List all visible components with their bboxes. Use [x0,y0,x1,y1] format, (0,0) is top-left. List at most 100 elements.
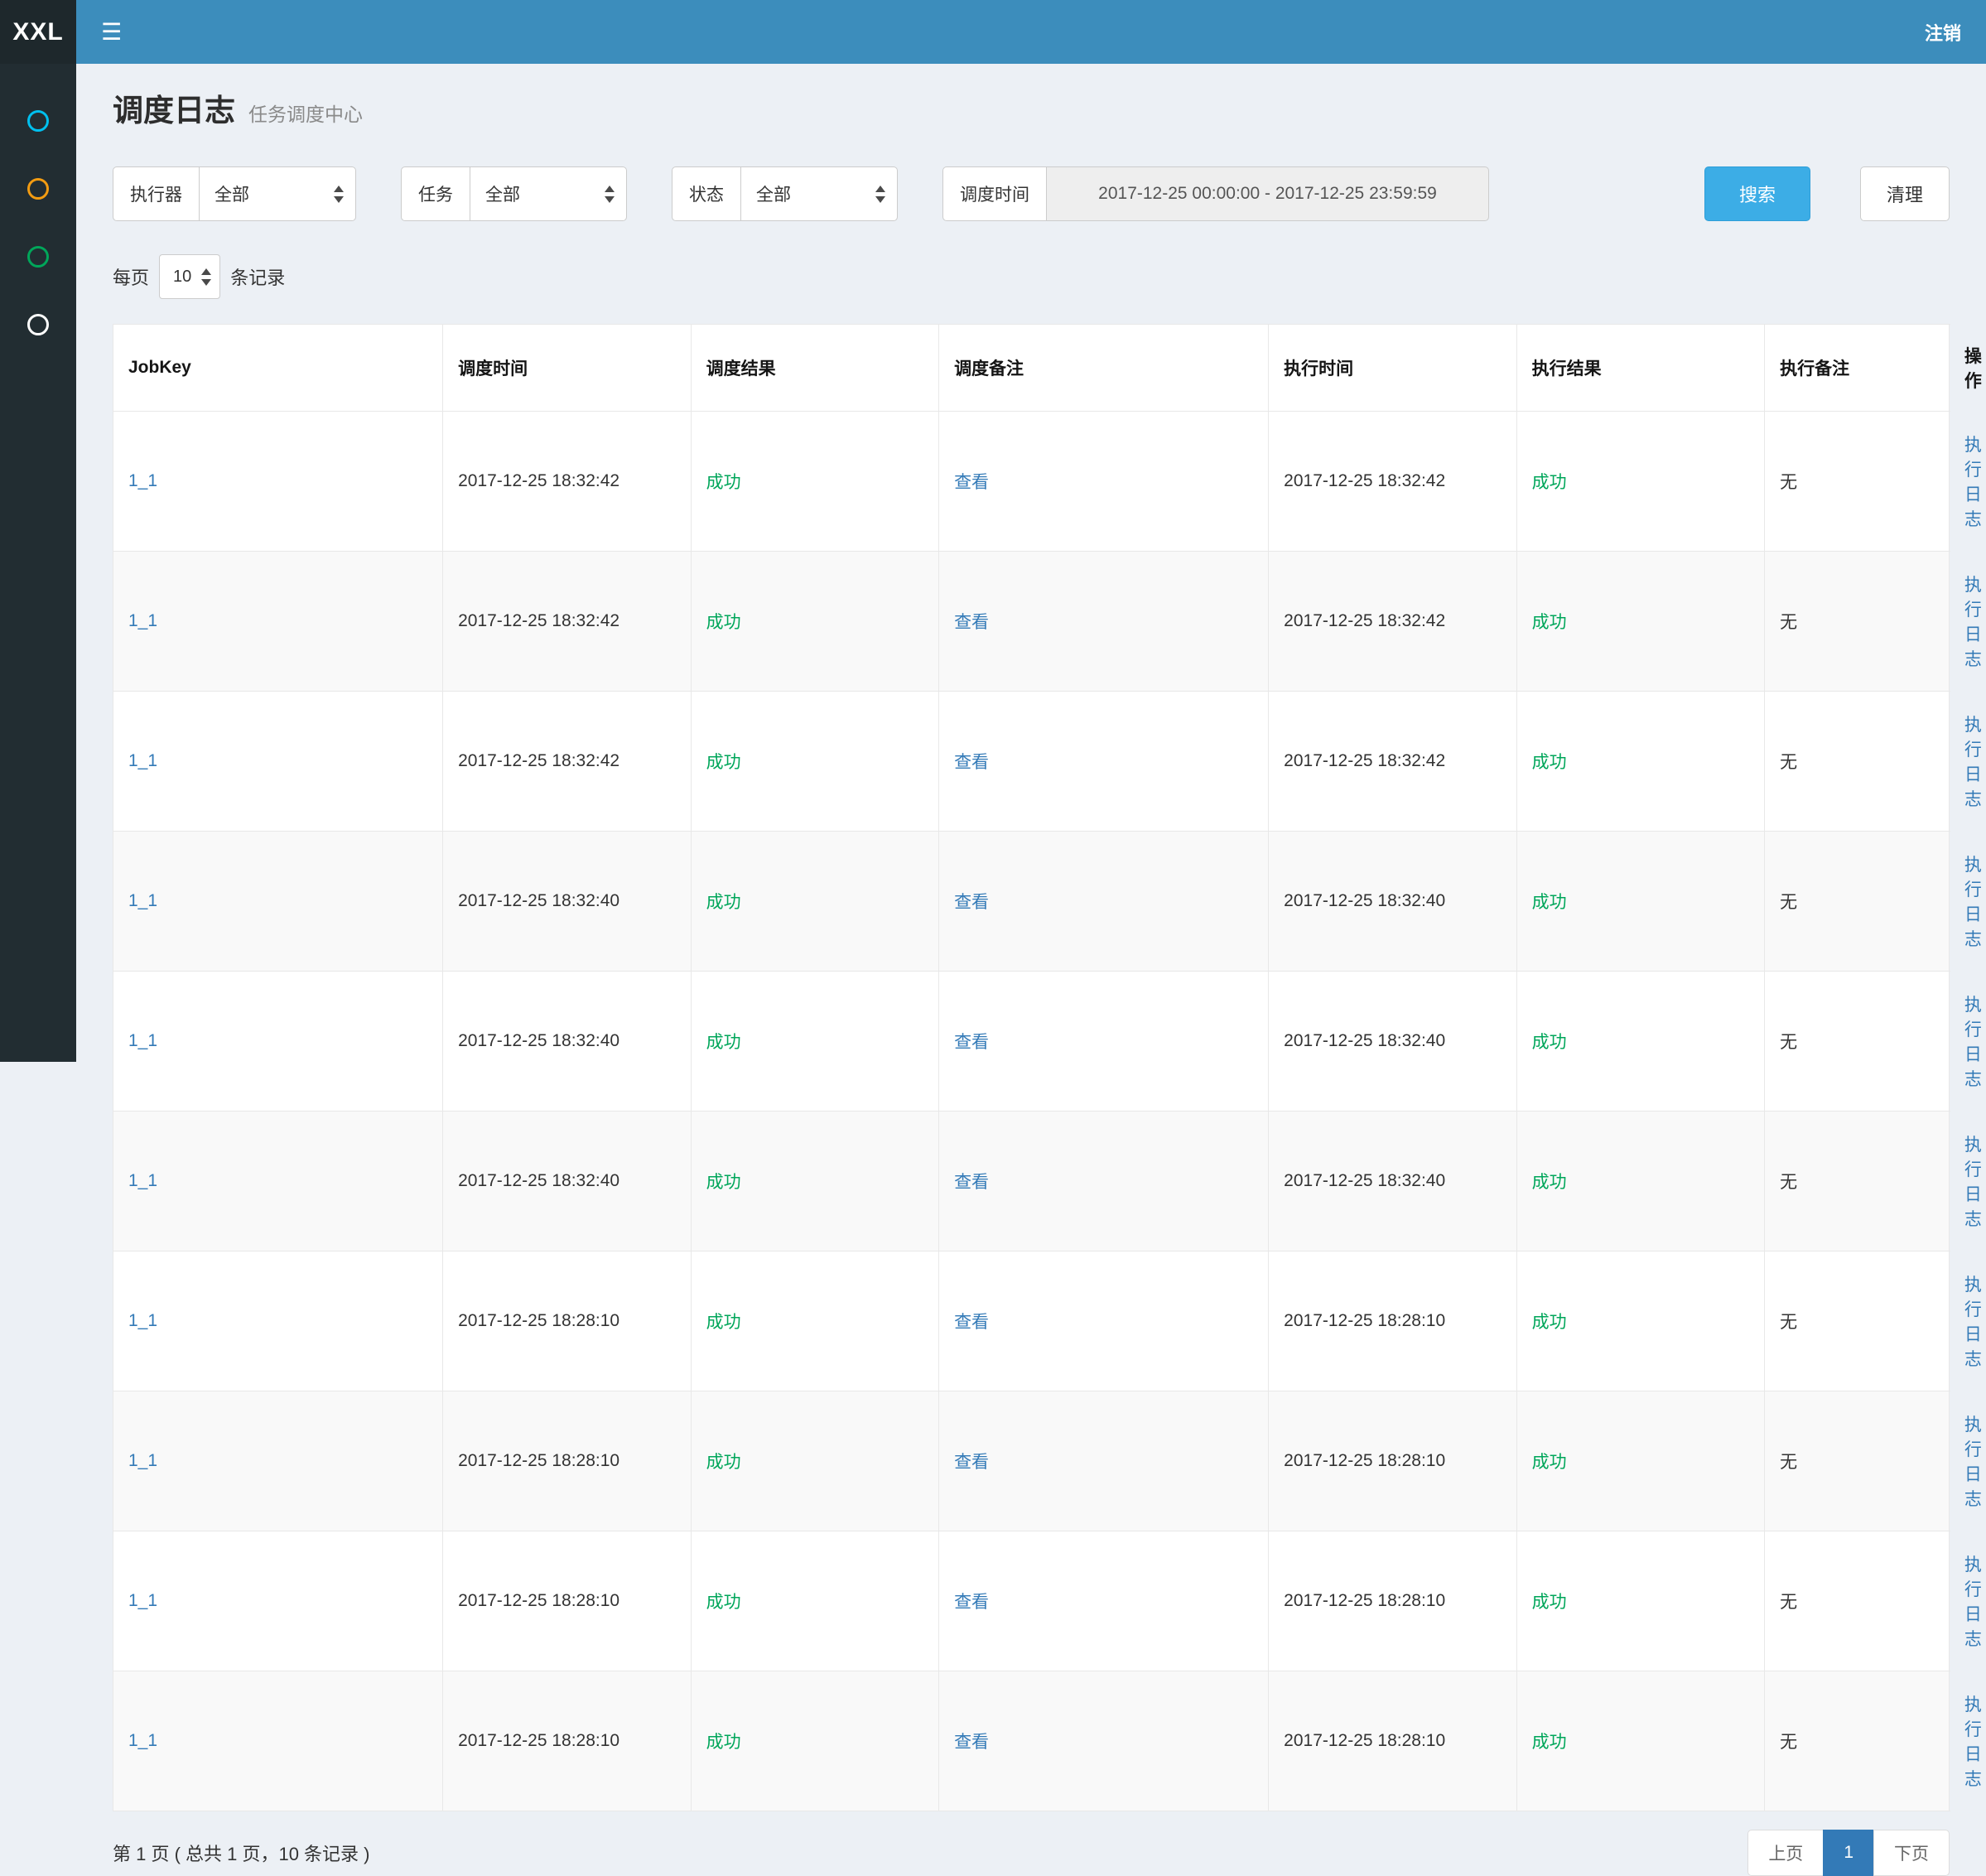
table-row: 1_1 2017-12-25 18:28:10 成功 查看 2017-12-25… [113,1671,1950,1811]
page-header: 调度日志 任务调度中心 [113,85,1950,130]
jobkey-link[interactable]: 1_1 [128,751,157,770]
trigger-time-filter-group: 调度时间 [942,166,1489,221]
jobkey-link[interactable]: 1_1 [128,471,157,490]
nav-circle-icon [27,178,49,200]
pagination-info: 第 1 页 ( 总共 1 页，10 条记录 ) [113,1840,370,1866]
handle-result-text: 成功 [1532,1593,1567,1612]
trigger-result-text: 成功 [706,893,741,912]
sidebar-item[interactable] [0,291,76,359]
status-select[interactable]: 全部 [740,166,898,221]
select-arrows-icon [201,268,211,286]
table-footer: 第 1 页 ( 总共 1 页，10 条记录 ) 上页 1 下页 [113,1830,1950,1876]
trigger-msg-link[interactable]: 查看 [954,753,989,772]
trigger-time-cell: 2017-12-25 18:32:40 [443,972,691,1112]
table-row: 1_1 2017-12-25 18:32:40 成功 查看 2017-12-25… [113,972,1950,1112]
execution-log-link[interactable]: 执行日志 [1964,1695,1982,1789]
trigger-msg-link[interactable]: 查看 [954,893,989,912]
jobkey-link[interactable]: 1_1 [128,1171,157,1190]
handle-result-text: 成功 [1532,1453,1567,1472]
handle-msg-cell: 无 [1765,832,1950,972]
job-filter-label: 任务 [401,166,470,221]
execution-log-link[interactable]: 执行日志 [1964,1555,1982,1649]
trigger-msg-link[interactable]: 查看 [954,613,989,632]
table-row: 1_1 2017-12-25 18:32:42 成功 查看 2017-12-25… [113,552,1950,692]
handle-msg-cell: 无 [1765,1671,1950,1811]
column-header: 调度时间 [443,325,691,412]
clear-button[interactable]: 清理 [1860,166,1950,221]
column-header: 执行结果 [1516,325,1764,412]
sidebar-item[interactable] [0,223,76,291]
sidebar-item[interactable] [0,87,76,155]
trigger-result-text: 成功 [706,613,741,632]
handle-msg-cell: 无 [1765,972,1950,1112]
select-arrows-icon [605,186,615,203]
execution-log-link[interactable]: 执行日志 [1964,576,1982,669]
pagination-prev-button[interactable]: 上页 [1747,1830,1824,1876]
column-header: 调度结果 [691,325,938,412]
pagination-page-1-button[interactable]: 1 [1823,1830,1874,1876]
trigger-msg-link[interactable]: 查看 [954,473,989,492]
filter-bar: 执行器 全部 任务 全部 状态 全部 调度时间 搜索 清理 [113,166,1950,221]
page-title: 调度日志 [113,85,235,130]
jobkey-link[interactable]: 1_1 [128,1731,157,1750]
sidebar-toggle-hamburger-icon[interactable]: ☰ [101,18,122,46]
column-header: JobKey [113,325,443,412]
trigger-msg-link[interactable]: 查看 [954,1453,989,1472]
main-content: 调度日志 任务调度中心 执行器 全部 任务 全部 状态 全部 [76,64,1986,1062]
sidebar-item[interactable] [0,155,76,223]
status-select-value: 全部 [756,181,791,206]
column-header: 调度备注 [939,325,1269,412]
nav-circle-icon [27,314,49,335]
execution-log-link[interactable]: 执行日志 [1964,1415,1982,1509]
pagination: 上页 1 下页 [1747,1830,1950,1876]
trigger-time-cell: 2017-12-25 18:28:10 [443,1671,691,1811]
trigger-time-range-input[interactable] [1046,166,1489,221]
trigger-msg-link[interactable]: 查看 [954,1173,989,1192]
job-select[interactable]: 全部 [470,166,627,221]
handle-time-cell: 2017-12-25 18:28:10 [1269,1531,1516,1671]
pagination-next-button[interactable]: 下页 [1873,1830,1950,1876]
trigger-msg-link[interactable]: 查看 [954,1733,989,1752]
logout-link[interactable]: 注销 [1925,19,1961,46]
execution-log-link[interactable]: 执行日志 [1964,856,1982,949]
trigger-msg-link[interactable]: 查看 [954,1313,989,1332]
executor-filter-group: 执行器 全部 [113,166,356,221]
executor-select[interactable]: 全部 [199,166,356,221]
table-row: 1_1 2017-12-25 18:32:42 成功 查看 2017-12-25… [113,412,1950,552]
execution-log-link[interactable]: 执行日志 [1964,996,1982,1089]
page-length-select[interactable]: 10 [159,254,220,299]
execution-log-link[interactable]: 执行日志 [1964,1136,1982,1229]
trigger-time-cell: 2017-12-25 18:28:10 [443,1251,691,1391]
page-length-suffix: 条记录 [230,263,285,290]
search-button[interactable]: 搜索 [1704,166,1810,221]
jobkey-link[interactable]: 1_1 [128,1591,157,1610]
nav-circle-icon [27,246,49,268]
trigger-msg-link[interactable]: 查看 [954,1033,989,1052]
trigger-result-text: 成功 [706,1593,741,1612]
handle-msg-cell: 无 [1765,1251,1950,1391]
handle-time-cell: 2017-12-25 18:32:40 [1269,1112,1516,1251]
handle-time-cell: 2017-12-25 18:32:40 [1269,972,1516,1112]
jobkey-link[interactable]: 1_1 [128,1451,157,1470]
nav-circle-icon [27,110,49,132]
execution-log-link[interactable]: 执行日志 [1964,436,1982,529]
jobkey-link[interactable]: 1_1 [128,1311,157,1330]
jobkey-link[interactable]: 1_1 [128,1031,157,1050]
log-table: JobKey 调度时间 调度结果 调度备注 执行时间 执行结果 执行备注 操作 [113,324,1950,1811]
execution-log-link[interactable]: 执行日志 [1964,716,1982,809]
handle-result-text: 成功 [1532,1033,1567,1052]
status-filter-group: 状态 全部 [672,166,898,221]
app-logo[interactable]: XXL [0,0,76,64]
jobkey-link[interactable]: 1_1 [128,611,157,630]
table-row: 1_1 2017-12-25 18:32:42 成功 查看 2017-12-25… [113,692,1950,832]
trigger-result-text: 成功 [706,1733,741,1752]
select-arrows-icon [875,186,885,203]
handle-result-text: 成功 [1532,473,1567,492]
jobkey-link[interactable]: 1_1 [128,891,157,910]
page-length-prefix: 每页 [113,263,149,290]
page-subtitle: 任务调度中心 [248,99,363,127]
handle-msg-cell: 无 [1765,412,1950,552]
execution-log-link[interactable]: 执行日志 [1964,1276,1982,1369]
trigger-time-cell: 2017-12-25 18:32:42 [443,692,691,832]
trigger-msg-link[interactable]: 查看 [954,1593,989,1612]
